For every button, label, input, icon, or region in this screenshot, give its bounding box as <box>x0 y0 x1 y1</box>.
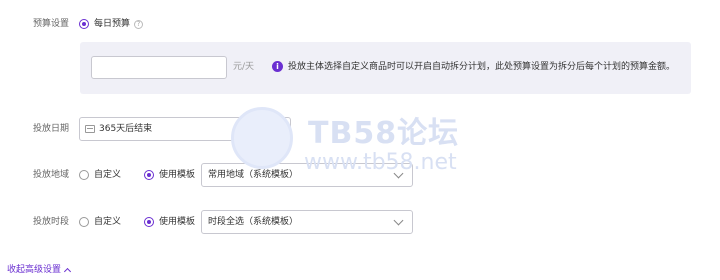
budget-info-text: 投放主体选择自定义商品时可以开启自动拆分计划，此处预算设置为拆分后每个计划的预算… <box>288 62 676 72</box>
chevron-down-icon <box>393 215 404 226</box>
time-slot-template-radio-dot[interactable] <box>144 217 154 227</box>
chevron-down-icon <box>393 168 404 179</box>
region-custom-radio-dot[interactable] <box>79 170 89 180</box>
schedule-date-label: 投放日期 <box>33 124 70 134</box>
region-custom-radio-label: 自定义 <box>94 170 122 180</box>
budget-label: 预算设置 <box>33 19 70 29</box>
region-template-radio-label: 使用模板 <box>159 170 196 180</box>
watermark-title: TB58论坛 <box>308 116 460 151</box>
time-slot-custom-radio-dot[interactable] <box>79 217 89 227</box>
region-template-select[interactable]: 常用地域（系统模板） <box>201 163 413 187</box>
time-slot-template-radio-label: 使用模板 <box>159 217 196 227</box>
help-icon[interactable]: ? <box>134 19 144 29</box>
daily-budget-radio-dot[interactable] <box>79 19 89 29</box>
schedule-date-picker[interactable]: 365天后结束 <box>79 117 291 141</box>
schedule-date-value: 365天后结束 <box>99 124 153 134</box>
time-slot-template-radio[interactable]: 使用模板 <box>144 216 195 228</box>
time-slot-label: 投放时段 <box>33 217 70 227</box>
calendar-icon <box>85 125 95 133</box>
time-slot-custom-radio-label: 自定义 <box>94 217 122 227</box>
region-template-radio[interactable]: 使用模板 <box>144 169 195 181</box>
chevron-up-icon <box>63 267 72 275</box>
budget-amount-input[interactable] <box>91 56 227 79</box>
info-icon: i <box>272 61 283 72</box>
region-custom-radio[interactable]: 自定义 <box>79 169 121 181</box>
collapse-advanced-label: 收起高级设置 <box>7 265 62 275</box>
region-label: 投放地域 <box>33 170 70 180</box>
region-template-value: 常用地域（系统模板） <box>208 170 299 180</box>
time-slot-template-value: 时段全选（系统模板） <box>208 217 299 227</box>
collapse-advanced-link[interactable]: 收起高级设置 <box>7 264 72 276</box>
daily-budget-radio[interactable]: 每日预算 ? <box>79 18 144 30</box>
budget-unit: 元/天 <box>233 62 255 72</box>
region-template-radio-dot[interactable] <box>144 170 154 180</box>
budget-panel: 元/天 i 投放主体选择自定义商品时可以开启自动拆分计划，此处预算设置为拆分后每… <box>80 42 691 94</box>
time-slot-template-select[interactable]: 时段全选（系统模板） <box>201 210 413 234</box>
time-slot-custom-radio[interactable]: 自定义 <box>79 216 121 228</box>
daily-budget-radio-label: 每日预算 <box>94 19 131 29</box>
